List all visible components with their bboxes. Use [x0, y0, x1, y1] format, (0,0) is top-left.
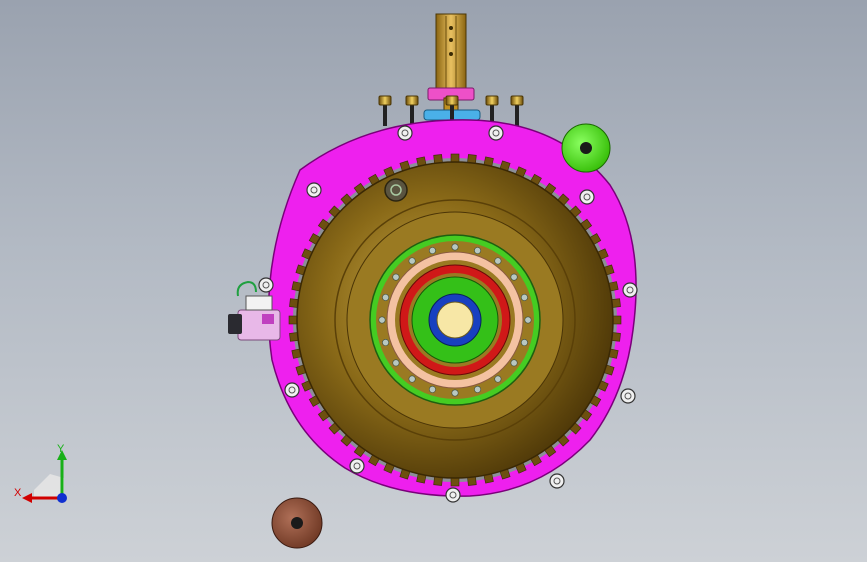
orientation-triad: Y X: [14, 443, 67, 503]
gearbox-assembly-model[interactable]: [0, 0, 867, 562]
top-bolt-icon: [485, 95, 499, 106]
housing-bolt-icon: [397, 125, 413, 141]
housing-bolt-icon: [445, 487, 461, 503]
housing-bolt-icon: [579, 189, 595, 205]
bearing-ball: [494, 375, 502, 383]
bearing-ball: [382, 339, 390, 347]
brown-washer[interactable]: [271, 497, 323, 549]
housing-bolt-icon: [258, 277, 274, 293]
bearing-ball: [494, 257, 502, 265]
bearing-ball: [474, 247, 482, 255]
bearing-ball: [510, 359, 518, 367]
bearing-ball: [520, 339, 528, 347]
bearing-ball: [408, 257, 416, 265]
z-axis: [57, 493, 67, 503]
housing-bolt-icon: [284, 382, 300, 398]
bearing-ball: [392, 273, 400, 281]
green-washer[interactable]: [561, 123, 611, 173]
housing-bolt-icon: [622, 282, 638, 298]
bearing-ball: [408, 375, 416, 383]
top-bolt-icon: [510, 95, 524, 106]
bearing-ball: [378, 316, 386, 324]
bearing-ball: [520, 293, 528, 301]
bearing-ball: [451, 389, 459, 397]
bearing-ball: [451, 243, 459, 251]
vent-plug[interactable]: [384, 178, 408, 202]
bearing-assembly[interactable]: [369, 234, 541, 406]
top-bolt-icon: [405, 95, 419, 106]
bearing-ball: [510, 273, 518, 281]
center-bore: [436, 301, 474, 339]
bearing-ball: [474, 385, 482, 393]
housing-bolt-icon: [306, 182, 322, 198]
housing-bolt-icon: [488, 125, 504, 141]
housing-bolt-icon: [349, 458, 365, 474]
bearing-ball: [428, 247, 436, 255]
bearing-ball: [382, 293, 390, 301]
top-bolt-icon: [445, 95, 459, 106]
housing-bolt-icon: [620, 388, 636, 404]
housing-bolt-icon: [549, 473, 565, 489]
y-axis-label: Y: [57, 443, 65, 455]
x-axis-label: X: [14, 487, 22, 499]
bearing-ball: [524, 316, 532, 324]
bearing-ball: [428, 385, 436, 393]
cad-viewport[interactable]: Y X: [0, 0, 867, 562]
bearing-ball: [392, 359, 400, 367]
top-bolt-icon: [378, 95, 392, 106]
